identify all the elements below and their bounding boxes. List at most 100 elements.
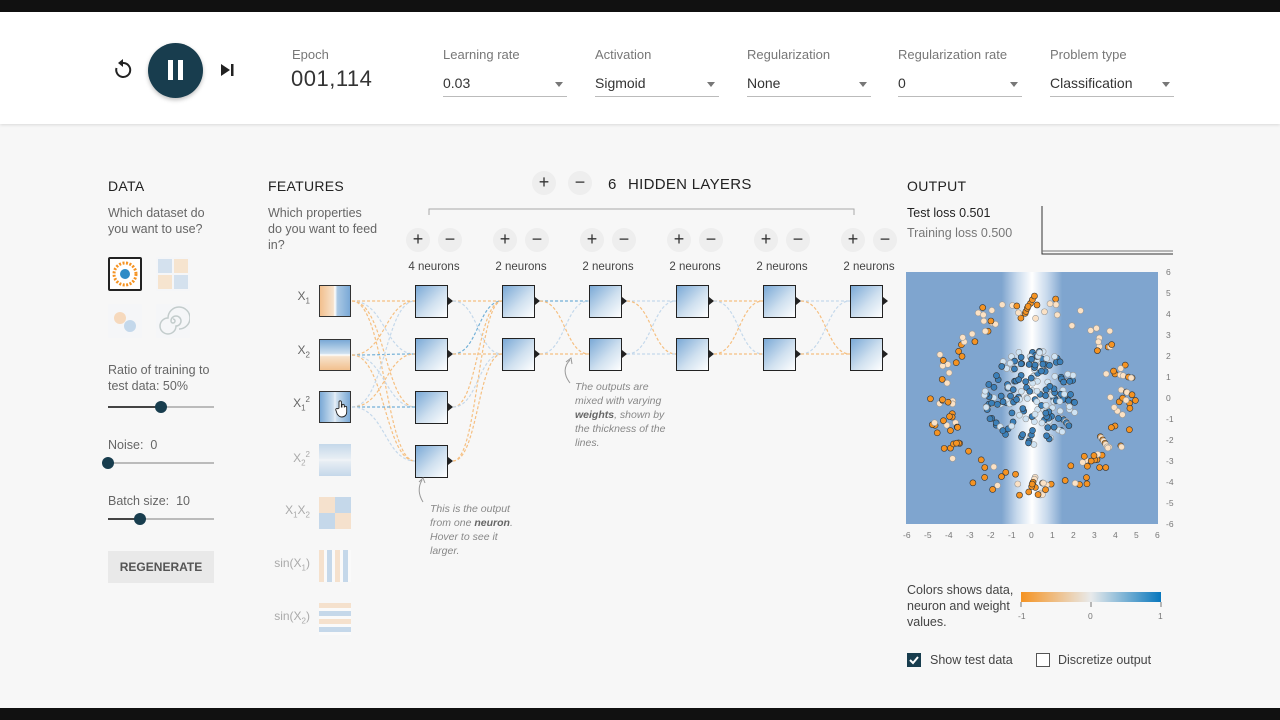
data-point <box>988 399 995 407</box>
data-point <box>1026 388 1033 395</box>
data-point <box>1009 386 1017 393</box>
data-point <box>981 327 989 335</box>
data-point <box>1011 365 1018 373</box>
data-point <box>1108 341 1115 348</box>
data-point <box>940 445 948 452</box>
data-point <box>1041 308 1048 316</box>
data-point <box>936 351 944 358</box>
data-point <box>979 304 986 311</box>
data-point <box>1042 486 1049 494</box>
data-point <box>986 415 994 423</box>
data-point <box>997 392 1005 400</box>
data-point <box>999 398 1007 406</box>
check-icon <box>909 656 919 665</box>
y-tick: 3 <box>1166 330 1171 340</box>
y-tick: 2 <box>1166 351 1171 361</box>
y-tick: -5 <box>1166 498 1174 508</box>
data-point <box>1042 392 1049 399</box>
data-point <box>1030 441 1038 448</box>
show-test-data-label[interactable]: Show test data <box>930 653 1013 667</box>
data-point <box>985 381 993 388</box>
x-tick: -3 <box>966 530 974 540</box>
discretize-output-label[interactable]: Discretize output <box>1058 653 1151 667</box>
data-point <box>1013 396 1020 403</box>
data-point <box>1058 428 1066 436</box>
data-point <box>988 307 996 314</box>
data-point <box>1102 370 1110 378</box>
data-point <box>1022 415 1030 423</box>
data-point <box>946 413 953 420</box>
data-point <box>1040 479 1047 487</box>
data-point <box>1053 311 1061 319</box>
data-point <box>959 334 966 341</box>
data-point <box>1067 391 1074 398</box>
x-tick: 1 <box>1050 530 1055 540</box>
data-point <box>993 372 1000 379</box>
data-point <box>1025 488 1033 496</box>
data-point <box>1019 431 1026 438</box>
data-point <box>1068 322 1076 329</box>
data-point <box>969 479 977 487</box>
data-point <box>1127 374 1135 382</box>
data-point <box>994 482 1001 489</box>
output-heatmap <box>906 272 1158 524</box>
data-point <box>1007 392 1014 400</box>
data-point <box>1106 327 1114 335</box>
data-point <box>1095 338 1102 346</box>
data-point <box>1071 399 1078 406</box>
data-point <box>1108 424 1115 431</box>
show-test-data-checkbox[interactable] <box>907 653 921 667</box>
discretize-output-checkbox[interactable] <box>1036 653 1050 667</box>
data-point <box>1043 355 1050 362</box>
data-point <box>980 317 988 325</box>
data-point <box>1052 301 1060 308</box>
data-point <box>1031 361 1039 369</box>
data-point <box>1013 302 1021 310</box>
data-point <box>1018 388 1025 395</box>
data-point <box>1056 398 1064 405</box>
data-point <box>980 311 987 319</box>
x-tick: 2 <box>1071 530 1076 540</box>
data-point <box>1012 470 1019 478</box>
y-tick: -6 <box>1166 519 1174 529</box>
x-tick: 0 <box>1029 530 1034 540</box>
data-point <box>1087 327 1095 334</box>
data-point <box>953 439 960 447</box>
x-tick: -5 <box>924 530 932 540</box>
data-point <box>1090 452 1098 459</box>
color-scale-axis <box>1020 602 1162 607</box>
data-point <box>1034 491 1042 498</box>
y-tick: 4 <box>1166 309 1171 319</box>
data-point <box>1006 359 1014 367</box>
color-legend-text: Colors shows data, neuron and weight val… <box>907 583 1014 629</box>
legend-min: -1 <box>1018 611 1026 621</box>
data-point <box>968 330 976 338</box>
data-point <box>1051 372 1059 380</box>
data-point <box>1069 371 1077 379</box>
data-point <box>1022 378 1029 385</box>
data-point <box>1083 474 1090 481</box>
data-point <box>1033 387 1041 395</box>
test-loss-value: 0.501 <box>959 206 991 220</box>
data-point <box>1079 458 1086 466</box>
data-point <box>1032 315 1039 322</box>
data-point <box>1096 464 1103 471</box>
y-tick: -1 <box>1166 414 1174 424</box>
data-point <box>965 447 972 455</box>
data-point <box>1008 409 1016 417</box>
data-point <box>1028 355 1035 363</box>
data-point <box>1033 301 1041 309</box>
data-point <box>940 417 947 424</box>
data-point <box>1061 390 1068 398</box>
weights-annotation: The outputs are mixed with varying weigh… <box>575 381 666 449</box>
data-point <box>1042 409 1050 417</box>
data-point <box>1128 391 1136 399</box>
data-point <box>1071 479 1079 487</box>
data-point <box>1132 397 1139 404</box>
data-point <box>1008 422 1015 430</box>
data-point <box>938 376 946 383</box>
x-tick: -1 <box>1008 530 1016 540</box>
data-point <box>998 301 1006 309</box>
data-point <box>1080 453 1088 460</box>
data-point <box>1029 427 1036 434</box>
